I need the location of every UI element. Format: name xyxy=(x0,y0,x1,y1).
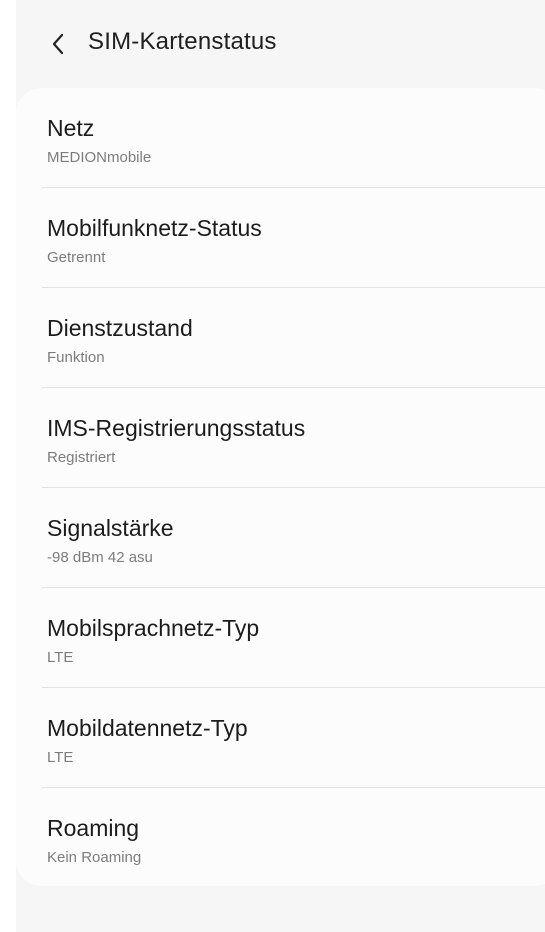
list-item-mobile-network-status[interactable]: Mobilfunknetz-Status Getrennt xyxy=(16,188,545,288)
item-value: Funktion xyxy=(47,349,105,366)
page-title: SIM-Kartenstatus xyxy=(88,28,277,55)
list-item-data-network-type[interactable]: Mobildatennetz-Typ LTE xyxy=(16,688,545,788)
back-button[interactable] xyxy=(43,29,73,59)
app-bar: SIM-Kartenstatus xyxy=(16,0,545,86)
list-item-service-state[interactable]: Dienstzustand Funktion xyxy=(16,288,545,388)
item-value: MEDIONmobile xyxy=(47,149,152,166)
item-label: Netz xyxy=(47,115,95,141)
item-label: Roaming xyxy=(47,815,140,841)
item-label: Dienstzustand xyxy=(47,315,193,341)
item-value: LTE xyxy=(47,749,74,766)
list-item-roaming[interactable]: Roaming Kein Roaming xyxy=(16,788,545,886)
chevron-left-icon xyxy=(50,32,66,56)
item-value: LTE xyxy=(47,649,74,666)
sim-status-screen: SIM-Kartenstatus Netz MEDIONmobile Mobil… xyxy=(0,0,545,932)
item-label: Mobilsprachnetz-Typ xyxy=(47,615,260,641)
item-label: Mobilfunknetz-Status xyxy=(47,215,262,241)
item-value: Getrennt xyxy=(47,249,106,266)
list-item-voice-network-type[interactable]: Mobilsprachnetz-Typ LTE xyxy=(16,588,545,688)
screen-edge xyxy=(0,0,16,932)
item-label: IMS-Registrierungsstatus xyxy=(47,415,306,441)
item-label: Mobildatennetz-Typ xyxy=(47,715,248,741)
list-item-signal-strength[interactable]: Signalstärke -98 dBm 42 asu xyxy=(16,488,545,588)
item-value: Kein Roaming xyxy=(47,849,142,866)
list-item-ims-registration[interactable]: IMS-Registrierungsstatus Registriert xyxy=(16,388,545,488)
item-value: -98 dBm 42 asu xyxy=(47,549,153,566)
status-list: Netz MEDIONmobile Mobilfunknetz-Status G… xyxy=(16,88,545,886)
item-label: Signalstärke xyxy=(47,515,174,541)
item-value: Registriert xyxy=(47,449,116,466)
list-item-network[interactable]: Netz MEDIONmobile xyxy=(16,88,545,188)
